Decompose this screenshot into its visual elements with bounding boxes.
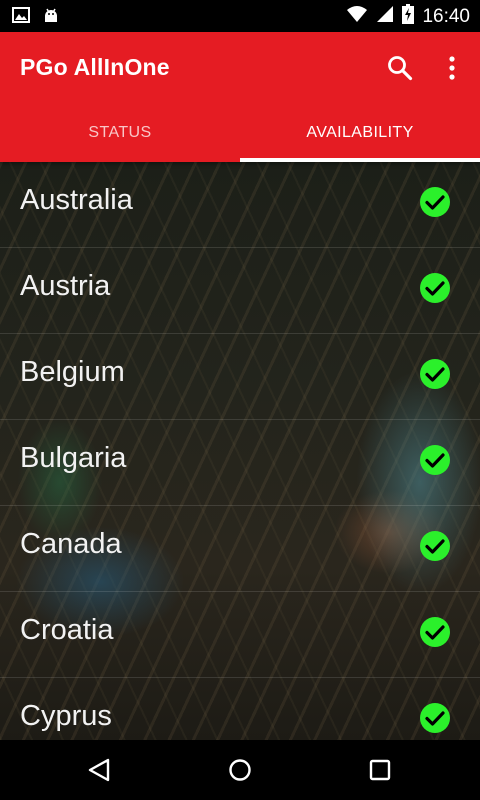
screen: 16:40 PGo AllInOne STATUS AVAILABILITY A… — [0, 0, 480, 800]
list-item-canada[interactable]: Canada — [0, 506, 480, 592]
list-item-croatia[interactable]: Croatia — [0, 592, 480, 678]
list-item-bulgaria[interactable]: Bulgaria — [0, 420, 480, 506]
list-item-belgium[interactable]: Belgium — [0, 334, 480, 420]
list-item-austria[interactable]: Austria — [0, 248, 480, 334]
tab-availability[interactable]: AVAILABILITY — [240, 104, 480, 162]
more-vert-icon — [449, 56, 455, 80]
country-list: Australia Austria Belgium Bulgaria Canad… — [0, 162, 480, 740]
recents-button[interactable] — [364, 754, 396, 786]
list-item-cyprus[interactable]: Cyprus — [0, 678, 480, 740]
country-name: Croatia — [20, 614, 114, 646]
signal-icon — [376, 5, 394, 28]
home-icon — [229, 759, 251, 781]
country-name: Belgium — [20, 356, 125, 388]
search-icon — [388, 56, 413, 81]
navigation-bar — [0, 740, 480, 800]
battery-charging-icon — [402, 4, 415, 29]
search-button[interactable] — [384, 52, 416, 84]
country-name: Austria — [20, 270, 111, 302]
check-circle-icon — [420, 359, 450, 389]
app-bar: PGo AllInOne STATUS AVAILABILITY — [0, 32, 480, 162]
availability-list-container[interactable]: Australia Austria Belgium Bulgaria Canad… — [0, 162, 480, 740]
app-title: PGo AllInOne — [20, 54, 170, 80]
list-item-australia[interactable]: Australia — [0, 162, 480, 248]
country-name: Canada — [20, 528, 122, 560]
tab-status[interactable]: STATUS — [0, 104, 240, 162]
check-circle-icon — [420, 445, 450, 475]
country-name: Bulgaria — [20, 442, 127, 474]
notification-icons — [12, 6, 60, 29]
back-icon — [88, 758, 110, 782]
check-circle-icon — [420, 273, 450, 303]
back-button[interactable] — [83, 754, 115, 786]
status-time: 16:40 — [422, 5, 470, 27]
country-name: Australia — [20, 184, 133, 216]
status-bar: 16:40 — [0, 0, 480, 32]
check-circle-icon — [420, 617, 450, 647]
country-name: Cyprus — [20, 700, 112, 732]
tab-indicator — [240, 158, 480, 162]
recents-icon — [369, 759, 391, 781]
tab-bar: STATUS AVAILABILITY — [0, 104, 480, 162]
check-circle-icon — [420, 531, 450, 561]
android-notification-icon — [42, 6, 60, 29]
home-button[interactable] — [224, 754, 256, 786]
wifi-icon — [346, 5, 368, 28]
check-circle-icon — [420, 187, 450, 217]
check-circle-icon — [420, 703, 450, 733]
system-icons: 16:40 — [346, 4, 470, 29]
image-notification-icon — [12, 7, 30, 28]
overflow-menu-button[interactable] — [436, 52, 468, 84]
